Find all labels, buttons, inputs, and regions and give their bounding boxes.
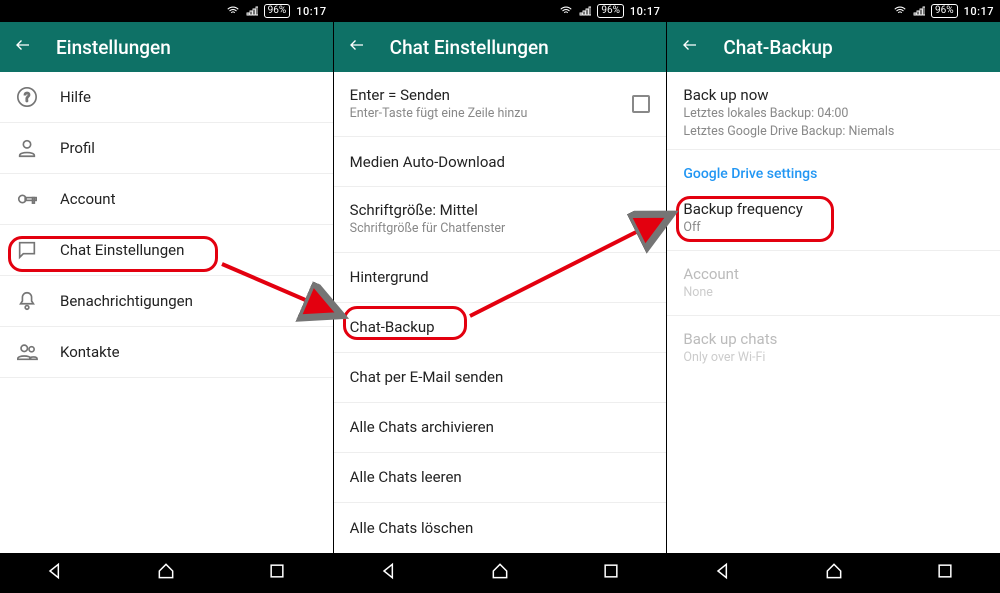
status-bar: 96% 10:17 <box>334 0 667 22</box>
nav-home-icon[interactable] <box>824 561 844 585</box>
row-value: Only over Wi-Fi <box>683 350 984 366</box>
row-chat-backup[interactable]: Chat-Backup <box>334 303 667 353</box>
app-bar: Chat-Backup <box>667 22 1000 72</box>
row-delete-all[interactable]: Alle Chats löschen <box>334 503 667 553</box>
row-wallpaper[interactable]: Hintergrund <box>334 253 667 303</box>
signal-icon <box>579 5 591 17</box>
people-icon <box>16 341 60 363</box>
wifi-icon <box>893 4 907 18</box>
section-gdrive: Google Drive settings <box>667 150 1000 186</box>
row-label: Profil <box>60 139 317 157</box>
row-label: Account <box>683 265 984 283</box>
row-label: Benachrichtigungen <box>60 292 317 310</box>
row-label: Alle Chats leeren <box>350 468 651 486</box>
backup-list: Back up now Letztes lokales Backup: 04:0… <box>667 72 1000 553</box>
back-icon[interactable] <box>14 36 32 58</box>
bell-icon <box>16 290 60 312</box>
row-subtext: Schriftgröße für Chatfenster <box>350 221 651 237</box>
row-label: Hintergrund <box>350 268 651 286</box>
nav-bar <box>0 553 333 593</box>
nav-recent-icon[interactable] <box>935 561 955 585</box>
person-icon <box>16 137 60 159</box>
battery-level: 96% <box>931 4 958 18</box>
battery-level: 96% <box>597 4 624 18</box>
svg-text:?: ? <box>24 91 30 106</box>
row-label: Enter = Senden <box>350 86 633 104</box>
settings-list: ? Hilfe Profil Account Chat Einstellunge… <box>0 72 333 553</box>
row-clear-all[interactable]: Alle Chats leeren <box>334 453 667 503</box>
row-media-download[interactable]: Medien Auto-Download <box>334 137 667 187</box>
battery-level: 96% <box>264 4 291 18</box>
back-icon[interactable] <box>348 36 366 58</box>
row-label: Account <box>60 190 317 208</box>
row-label: Schriftgröße: Mittel <box>350 201 651 219</box>
row-contacts[interactable]: Kontakte <box>0 327 333 378</box>
row-profile[interactable]: Profil <box>0 123 333 174</box>
row-label: Chat per E-Mail senden <box>350 368 651 386</box>
panel-chat-backup: 96% 10:17 Chat-Backup Back up now Letzte… <box>667 0 1000 593</box>
row-backup-frequency[interactable]: Backup frequency Off <box>667 186 1000 251</box>
row-notifications[interactable]: Benachrichtigungen <box>0 276 333 327</box>
chat-settings-list: Enter = Senden Enter-Taste fügt eine Zei… <box>334 72 667 553</box>
clock: 10:17 <box>296 5 326 18</box>
row-label: Back up chats <box>683 330 984 348</box>
help-icon: ? <box>16 86 60 108</box>
row-backup-chats: Back up chats Only over Wi-Fi <box>667 316 1000 380</box>
signal-icon <box>246 5 258 17</box>
row-archive-all[interactable]: Alle Chats archivieren <box>334 403 667 453</box>
row-label: Alle Chats löschen <box>350 519 651 537</box>
wifi-icon <box>226 4 240 18</box>
wifi-icon <box>559 4 573 18</box>
panel-settings: 96% 10:17 Einstellungen ? Hilfe Profil A… <box>0 0 334 593</box>
page-title: Chat-Backup <box>723 36 832 59</box>
nav-bar <box>334 553 667 593</box>
key-icon <box>16 188 60 210</box>
row-email-chat[interactable]: Chat per E-Mail senden <box>334 353 667 403</box>
row-label: Chat Einstellungen <box>60 241 317 259</box>
row-label: Medien Auto-Download <box>350 153 651 171</box>
status-bar: 96% 10:17 <box>0 0 333 22</box>
page-title: Einstellungen <box>56 36 171 59</box>
row-subtext1: Letztes lokales Backup: 04:00 <box>683 106 984 122</box>
nav-back-icon[interactable] <box>713 561 733 585</box>
app-bar: Chat Einstellungen <box>334 22 667 72</box>
row-value: None <box>683 285 984 301</box>
row-label: Back up now <box>683 86 984 104</box>
panel-chat-settings: 96% 10:17 Chat Einstellungen Enter = Sen… <box>334 0 668 593</box>
row-help[interactable]: ? Hilfe <box>0 72 333 123</box>
nav-home-icon[interactable] <box>156 561 176 585</box>
clock: 10:17 <box>964 5 994 18</box>
row-chat-settings[interactable]: Chat Einstellungen <box>0 225 333 276</box>
row-label: Chat-Backup <box>350 318 651 336</box>
nav-home-icon[interactable] <box>490 561 510 585</box>
row-label: Kontakte <box>60 343 317 361</box>
row-enter-send[interactable]: Enter = Senden Enter-Taste fügt eine Zei… <box>334 72 667 137</box>
back-icon[interactable] <box>681 36 699 58</box>
nav-bar <box>667 553 1000 593</box>
row-backup-now[interactable]: Back up now Letztes lokales Backup: 04:0… <box>667 72 1000 149</box>
row-gdrive-account: Account None <box>667 251 1000 316</box>
nav-back-icon[interactable] <box>379 561 399 585</box>
checkbox[interactable] <box>632 95 650 113</box>
row-label: Alle Chats archivieren <box>350 418 651 436</box>
nav-recent-icon[interactable] <box>267 561 287 585</box>
row-label: Hilfe <box>60 88 317 106</box>
row-font-size[interactable]: Schriftgröße: Mittel Schriftgröße für Ch… <box>334 187 667 252</box>
row-account[interactable]: Account <box>0 174 333 225</box>
page-title: Chat Einstellungen <box>390 36 549 59</box>
status-bar: 96% 10:17 <box>667 0 1000 22</box>
nav-recent-icon[interactable] <box>601 561 621 585</box>
signal-icon <box>913 5 925 17</box>
clock: 10:17 <box>630 5 660 18</box>
row-subtext2: Letztes Google Drive Backup: Niemals <box>683 124 984 140</box>
row-label: Backup frequency <box>683 200 984 218</box>
nav-back-icon[interactable] <box>45 561 65 585</box>
row-value: Off <box>683 220 984 236</box>
row-subtext: Enter-Taste fügt eine Zeile hinzu <box>350 106 633 122</box>
app-bar: Einstellungen <box>0 22 333 72</box>
chat-icon <box>16 239 60 261</box>
